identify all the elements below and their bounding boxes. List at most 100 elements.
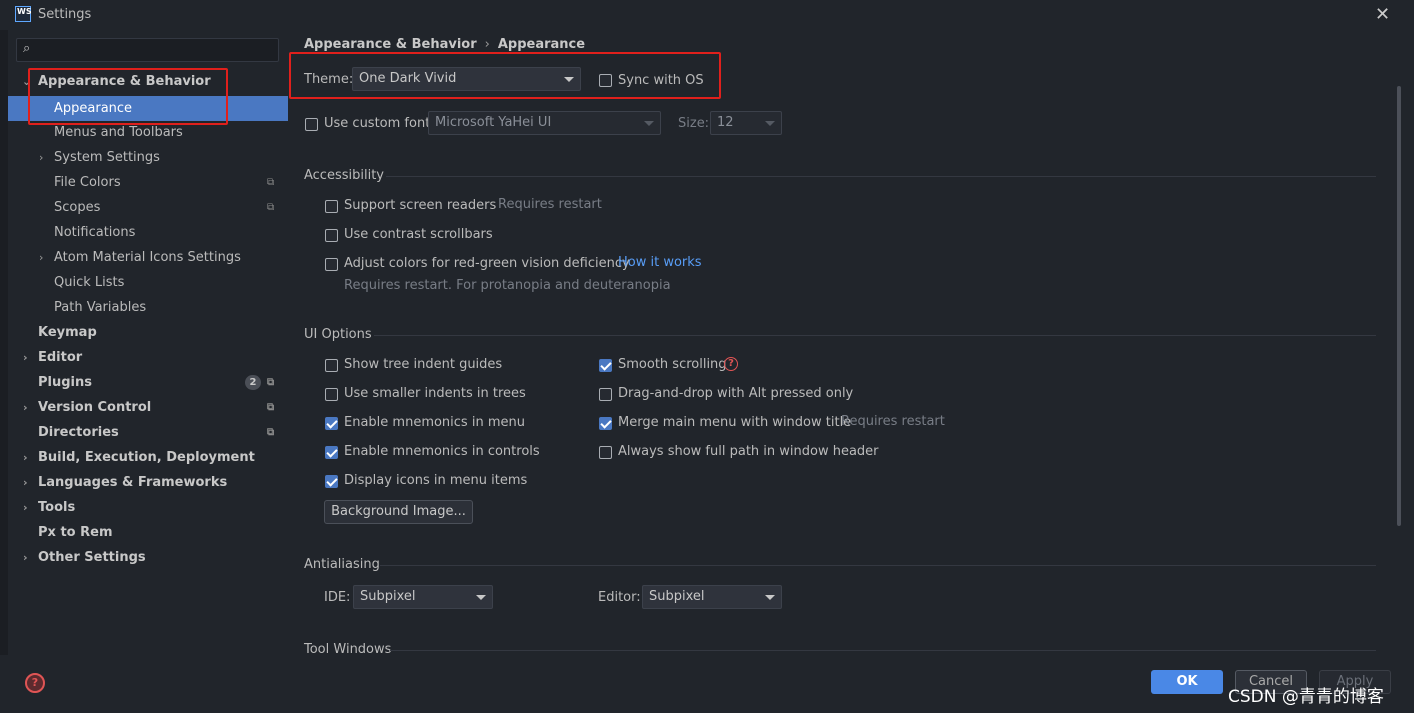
sidebar-item-label: Editor (38, 350, 83, 365)
contrast-scrollbars-label: Use contrast scrollbars (344, 227, 493, 242)
sidebar-item-px-to-rem[interactable]: Px to Rem (8, 520, 288, 545)
chevron-down-icon (765, 595, 775, 600)
sidebar-item-tools[interactable]: › Tools (8, 495, 288, 520)
custom-font-checkbox[interactable] (305, 118, 318, 131)
sidebar-item-editor[interactable]: › Editor (8, 345, 288, 370)
ide-antialiasing-value: Subpixel (360, 589, 416, 604)
sidebar-item-label: Path Variables (54, 300, 147, 315)
font-value: Microsoft YaHei UI (435, 115, 552, 130)
sidebar-item-label: Quick Lists (54, 275, 125, 290)
chevron-down-icon (644, 121, 654, 126)
screen-readers-checkbox[interactable] (325, 200, 338, 213)
help-icon[interactable]: ? (25, 673, 45, 693)
requires-restart-note: Requires restart (498, 197, 602, 212)
font-dropdown[interactable]: Microsoft YaHei UI (428, 111, 661, 135)
accessibility-title: Accessibility (304, 168, 384, 183)
webstorm-logo-icon: WS (15, 6, 32, 22)
how-it-works-link[interactable]: How it works (618, 255, 702, 270)
editor-antialiasing-value: Subpixel (649, 589, 705, 604)
tree-indent-guides-checkbox[interactable] (325, 359, 338, 372)
chevron-down-icon (765, 121, 775, 126)
search-icon: ⌕ (23, 41, 31, 56)
ide-antialiasing-dropdown[interactable]: Subpixel (353, 585, 493, 609)
sidebar-item-label: Tools (38, 500, 76, 515)
left-edge-strip (0, 30, 8, 655)
sidebar-item-directories[interactable]: Directories ⧉ (8, 420, 288, 445)
close-icon[interactable]: ✕ (1375, 4, 1390, 25)
ok-button[interactable]: OK (1151, 670, 1223, 694)
breadcrumb-current: Appearance (497, 37, 586, 52)
section-divider (380, 565, 1376, 566)
chevron-right-icon: › (23, 401, 28, 414)
sidebar-item-label: Build, Execution, Deployment (38, 450, 255, 465)
vertical-scrollbar[interactable] (1397, 86, 1401, 526)
help-icon[interactable]: ? (724, 357, 738, 371)
mnemonics-menu-label: Enable mnemonics in menu (344, 415, 525, 430)
sidebar-item-label: Directories (38, 425, 119, 440)
sidebar-item-label: Notifications (54, 225, 136, 240)
font-size-dropdown[interactable]: 12 (710, 111, 782, 135)
plugins-count-badge: 2 (245, 375, 261, 390)
sidebar-item-quick-lists[interactable]: Quick Lists (8, 270, 288, 295)
search-input[interactable]: ⌕ (16, 38, 279, 62)
sidebar-item-notifications[interactable]: Notifications (8, 220, 288, 245)
smooth-scrolling-checkbox[interactable] (599, 359, 612, 372)
sidebar-item-keymap[interactable]: Keymap (8, 320, 288, 345)
sidebar-item-other-settings[interactable]: › Other Settings (8, 545, 288, 570)
highlight-box (289, 52, 721, 99)
project-level-icon: ⧉ (267, 202, 275, 213)
sidebar-item-file-colors[interactable]: File Colors ⧉ (8, 170, 288, 195)
size-label: Size: (678, 116, 710, 131)
background-image-button[interactable]: Background Image... (324, 500, 473, 524)
drag-drop-alt-label: Drag-and-drop with Alt pressed only (618, 386, 854, 401)
sidebar-item-scopes[interactable]: Scopes ⧉ (8, 195, 288, 220)
smooth-scrolling-label: Smooth scrolling (618, 357, 727, 372)
ide-antialiasing-label: IDE: (324, 590, 351, 605)
full-path-header-label: Always show full path in window header (618, 444, 879, 459)
merge-menu-note: Requires restart (841, 414, 945, 429)
chevron-right-icon: › (23, 551, 28, 564)
smaller-indents-label: Use smaller indents in trees (344, 386, 526, 401)
sidebar-item-plugins[interactable]: Plugins 2 ⧉ (8, 370, 288, 395)
sidebar-item-atom-material-icons[interactable]: › Atom Material Icons Settings (8, 245, 288, 270)
sidebar-item-label: Px to Rem (38, 525, 113, 540)
breadcrumb-parent[interactable]: Appearance & Behavior (304, 37, 477, 52)
tree-indent-guides-label: Show tree indent guides (344, 357, 503, 372)
chevron-right-icon: › (23, 451, 28, 464)
adjust-colors-checkbox[interactable] (325, 258, 338, 271)
breadcrumb-separator: › (484, 37, 490, 52)
adjust-colors-label: Adjust colors for red-green vision defic… (344, 256, 630, 271)
mnemonics-menu-checkbox[interactable] (325, 417, 338, 430)
title-bar: WS Settings ✕ (0, 0, 1414, 30)
sidebar-item-label: Atom Material Icons Settings (54, 250, 241, 265)
smaller-indents-checkbox[interactable] (325, 388, 338, 401)
chevron-right-icon: › (23, 351, 28, 364)
sidebar-item-version-control[interactable]: › Version Control ⧉ (8, 395, 288, 420)
sidebar-item-path-variables[interactable]: Path Variables (8, 295, 288, 320)
sidebar-item-label: Keymap (38, 325, 97, 340)
sidebar-item-label: Scopes (54, 200, 101, 215)
highlight-box (28, 68, 228, 125)
icons-in-menu-checkbox[interactable] (325, 475, 338, 488)
size-value: 12 (717, 115, 734, 130)
project-level-icon: ⧉ (267, 377, 275, 388)
chevron-down-icon (476, 595, 486, 600)
section-divider (386, 176, 1376, 177)
editor-antialiasing-dropdown[interactable]: Subpixel (642, 585, 782, 609)
sidebar-item-build-execution[interactable]: › Build, Execution, Deployment (8, 445, 288, 470)
settings-content: Appearance & Behavior › Appearance Theme: … (288, 30, 1401, 657)
drag-drop-alt-checkbox[interactable] (599, 388, 612, 401)
sidebar-item-languages-frameworks[interactable]: › Languages & Frameworks (8, 470, 288, 495)
contrast-scrollbars-checkbox[interactable] (325, 229, 338, 242)
dialog-footer: ? OK Cancel Apply CSDN @青青的博客 (0, 655, 1414, 713)
full-path-header-checkbox[interactable] (599, 446, 612, 459)
sidebar-item-label: Version Control (38, 400, 152, 415)
window-title: Settings (38, 7, 92, 22)
merge-menu-checkbox[interactable] (599, 417, 612, 430)
sidebar-item-system-settings[interactable]: › System Settings (8, 145, 288, 170)
screen-readers-label: Support screen readers (344, 198, 497, 213)
chevron-right-icon: › (39, 251, 44, 264)
project-level-icon: ⧉ (267, 177, 275, 188)
chevron-right-icon: › (23, 476, 28, 489)
mnemonics-controls-checkbox[interactable] (325, 446, 338, 459)
